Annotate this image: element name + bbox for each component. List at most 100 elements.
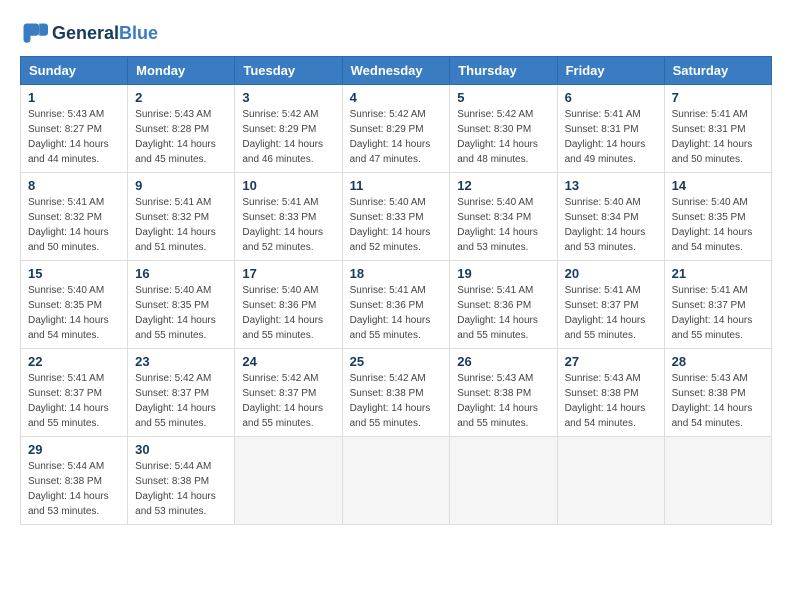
week-row-5: 29 Sunrise: 5:44 AMSunset: 8:38 PMDayligh… <box>21 437 772 525</box>
calendar-cell <box>450 437 557 525</box>
col-header-sunday: Sunday <box>21 57 128 85</box>
logo: GeneralBlue <box>20 20 158 48</box>
calendar-cell: 23 Sunrise: 5:42 AMSunset: 8:37 PMDayligh… <box>128 349 235 437</box>
calendar-cell: 25 Sunrise: 5:42 AMSunset: 8:38 PMDayligh… <box>342 349 450 437</box>
day-info: Sunrise: 5:40 AMSunset: 8:36 PMDaylight:… <box>242 283 334 343</box>
calendar-cell: 16 Sunrise: 5:40 AMSunset: 8:35 PMDayligh… <box>128 261 235 349</box>
calendar-cell: 30 Sunrise: 5:44 AMSunset: 8:38 PMDayligh… <box>128 437 235 525</box>
calendar-cell <box>557 437 664 525</box>
day-info: Sunrise: 5:42 AMSunset: 8:30 PMDaylight:… <box>457 107 549 167</box>
day-info: Sunrise: 5:41 AMSunset: 8:37 PMDaylight:… <box>565 283 657 343</box>
calendar-cell: 12 Sunrise: 5:40 AMSunset: 8:34 PMDayligh… <box>450 173 557 261</box>
week-row-2: 8 Sunrise: 5:41 AMSunset: 8:32 PMDaylight… <box>21 173 772 261</box>
calendar-cell: 14Sunrise: 5:40 AMSunset: 8:35 PMDayligh… <box>664 173 771 261</box>
day-number: 17 <box>242 266 334 281</box>
day-number: 27 <box>565 354 657 369</box>
day-number: 8 <box>28 178 120 193</box>
day-info: Sunrise: 5:41 AMSunset: 8:33 PMDaylight:… <box>242 195 334 255</box>
day-number: 15 <box>28 266 120 281</box>
day-info: Sunrise: 5:41 AMSunset: 8:36 PMDaylight:… <box>457 283 549 343</box>
day-number: 3 <box>242 90 334 105</box>
col-header-friday: Friday <box>557 57 664 85</box>
calendar-cell: 26 Sunrise: 5:43 AMSunset: 8:38 PMDayligh… <box>450 349 557 437</box>
day-number: 4 <box>350 90 443 105</box>
col-header-saturday: Saturday <box>664 57 771 85</box>
calendar-cell: 27 Sunrise: 5:43 AMSunset: 8:38 PMDayligh… <box>557 349 664 437</box>
day-number: 2 <box>135 90 227 105</box>
calendar-cell: 28 Sunrise: 5:43 AMSunset: 8:38 PMDayligh… <box>664 349 771 437</box>
day-info: Sunrise: 5:40 AMSunset: 8:34 PMDaylight:… <box>565 195 657 255</box>
day-number: 13 <box>565 178 657 193</box>
day-info: Sunrise: 5:43 AMSunset: 8:38 PMDaylight:… <box>565 371 657 431</box>
day-number: 5 <box>457 90 549 105</box>
day-info: Sunrise: 5:41 AMSunset: 8:36 PMDaylight:… <box>350 283 443 343</box>
calendar-cell: 4 Sunrise: 5:42 AMSunset: 8:29 PMDaylight… <box>342 85 450 173</box>
day-number: 6 <box>565 90 657 105</box>
day-number: 10 <box>242 178 334 193</box>
day-info: Sunrise: 5:43 AMSunset: 8:38 PMDaylight:… <box>672 371 764 431</box>
day-number: 24 <box>242 354 334 369</box>
day-number: 1 <box>28 90 120 105</box>
day-number: 25 <box>350 354 443 369</box>
day-info: Sunrise: 5:41 AMSunset: 8:31 PMDaylight:… <box>565 107 657 167</box>
day-number: 16 <box>135 266 227 281</box>
calendar-cell: 17 Sunrise: 5:40 AMSunset: 8:36 PMDayligh… <box>235 261 342 349</box>
calendar-cell: 15Sunrise: 5:40 AMSunset: 8:35 PMDayligh… <box>21 261 128 349</box>
day-info: Sunrise: 5:43 AMSunset: 8:38 PMDaylight:… <box>457 371 549 431</box>
day-number: 21 <box>672 266 764 281</box>
day-info: Sunrise: 5:40 AMSunset: 8:35 PMDaylight:… <box>672 195 764 255</box>
day-info: Sunrise: 5:41 AMSunset: 8:32 PMDaylight:… <box>135 195 227 255</box>
day-number: 29 <box>28 442 120 457</box>
day-info: Sunrise: 5:43 AMSunset: 8:27 PMDaylight:… <box>28 107 120 167</box>
day-info: Sunrise: 5:42 AMSunset: 8:37 PMDaylight:… <box>242 371 334 431</box>
calendar-cell: 2 Sunrise: 5:43 AMSunset: 8:28 PMDaylight… <box>128 85 235 173</box>
calendar-cell: 22Sunrise: 5:41 AMSunset: 8:37 PMDayligh… <box>21 349 128 437</box>
header-row: SundayMondayTuesdayWednesdayThursdayFrid… <box>21 57 772 85</box>
day-info: Sunrise: 5:42 AMSunset: 8:29 PMDaylight:… <box>242 107 334 167</box>
col-header-tuesday: Tuesday <box>235 57 342 85</box>
day-number: 26 <box>457 354 549 369</box>
calendar-cell: 8 Sunrise: 5:41 AMSunset: 8:32 PMDaylight… <box>21 173 128 261</box>
header: GeneralBlue <box>20 20 772 48</box>
day-number: 28 <box>672 354 764 369</box>
col-header-wednesday: Wednesday <box>342 57 450 85</box>
day-number: 12 <box>457 178 549 193</box>
day-info: Sunrise: 5:44 AMSunset: 8:38 PMDaylight:… <box>28 459 120 519</box>
col-header-monday: Monday <box>128 57 235 85</box>
day-info: Sunrise: 5:41 AMSunset: 8:32 PMDaylight:… <box>28 195 120 255</box>
day-info: Sunrise: 5:41 AMSunset: 8:37 PMDaylight:… <box>28 371 120 431</box>
day-number: 7 <box>672 90 764 105</box>
col-header-thursday: Thursday <box>450 57 557 85</box>
calendar-table: SundayMondayTuesdayWednesdayThursdayFrid… <box>20 56 772 525</box>
day-number: 30 <box>135 442 227 457</box>
calendar-cell: 5 Sunrise: 5:42 AMSunset: 8:30 PMDaylight… <box>450 85 557 173</box>
calendar-cell: 21 Sunrise: 5:41 AMSunset: 8:37 PMDayligh… <box>664 261 771 349</box>
day-number: 9 <box>135 178 227 193</box>
day-info: Sunrise: 5:44 AMSunset: 8:38 PMDaylight:… <box>135 459 227 519</box>
calendar-cell: 6 Sunrise: 5:41 AMSunset: 8:31 PMDaylight… <box>557 85 664 173</box>
calendar-cell: 11Sunrise: 5:40 AMSunset: 8:33 PMDayligh… <box>342 173 450 261</box>
day-info: Sunrise: 5:40 AMSunset: 8:35 PMDaylight:… <box>135 283 227 343</box>
week-row-4: 22Sunrise: 5:41 AMSunset: 8:37 PMDayligh… <box>21 349 772 437</box>
day-number: 19 <box>457 266 549 281</box>
day-info: Sunrise: 5:42 AMSunset: 8:37 PMDaylight:… <box>135 371 227 431</box>
day-info: Sunrise: 5:43 AMSunset: 8:28 PMDaylight:… <box>135 107 227 167</box>
day-info: Sunrise: 5:42 AMSunset: 8:38 PMDaylight:… <box>350 371 443 431</box>
calendar-cell: 13 Sunrise: 5:40 AMSunset: 8:34 PMDayligh… <box>557 173 664 261</box>
day-info: Sunrise: 5:41 AMSunset: 8:31 PMDaylight:… <box>672 107 764 167</box>
calendar-cell: 1 Sunrise: 5:43 AMSunset: 8:27 PMDaylight… <box>21 85 128 173</box>
day-number: 20 <box>565 266 657 281</box>
calendar-cell: 7 Sunrise: 5:41 AMSunset: 8:31 PMDaylight… <box>664 85 771 173</box>
week-row-3: 15 Sunrise: 5:40 AMSunset: 8:35 PMDayligh… <box>21 261 772 349</box>
week-row-1: 1 Sunrise: 5:43 AMSunset: 8:27 PMDaylight… <box>21 85 772 173</box>
logo-text: GeneralBlue <box>52 24 158 44</box>
calendar-cell: 24 Sunrise: 5:42 AMSunset: 8:37 PMDayligh… <box>235 349 342 437</box>
day-number: 23 <box>135 354 227 369</box>
calendar-cell <box>342 437 450 525</box>
day-info: Sunrise: 5:40 AMSunset: 8:33 PMDaylight:… <box>350 195 443 255</box>
day-number: 18 <box>350 266 443 281</box>
day-info: Sunrise: 5:42 AMSunset: 8:29 PMDaylight:… <box>350 107 443 167</box>
day-info: Sunrise: 5:41 AMSunset: 8:37 PMDaylight:… <box>672 283 764 343</box>
calendar-cell: 3 Sunrise: 5:42 AMSunset: 8:29 PMDaylight… <box>235 85 342 173</box>
day-info: Sunrise: 5:40 AMSunset: 8:34 PMDaylight:… <box>457 195 549 255</box>
